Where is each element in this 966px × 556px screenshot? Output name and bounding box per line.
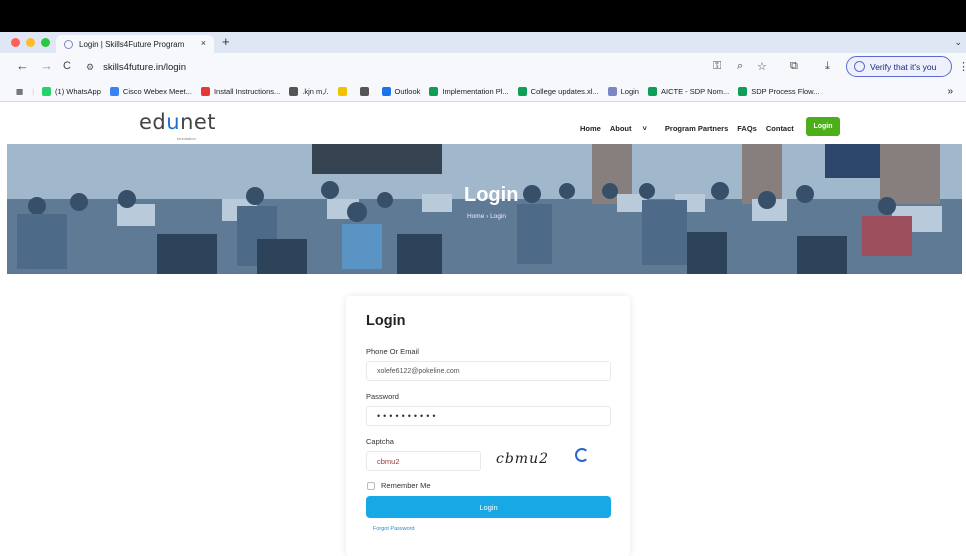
verify-icon	[854, 61, 865, 72]
bookmark-label: (1) WhatsApp	[55, 86, 101, 96]
bookmark-item[interactable]: Login	[607, 86, 639, 96]
nav-faqs[interactable]: FAQs	[737, 124, 757, 133]
chevron-down-icon: ˅	[642, 124, 647, 133]
bookmarks-divider: |	[32, 86, 35, 96]
bookmark-item[interactable]: Implementation Pl...	[429, 86, 509, 96]
refresh-captcha-icon[interactable]	[575, 448, 589, 462]
tab-search-icon[interactable]: ⌄	[954, 37, 962, 48]
nav-home[interactable]: Home	[580, 124, 601, 133]
browser-toolbar: ← → C ⚙ skills4future.in/login ⚿ ⌕ ☆ ⧉ ⤓…	[0, 53, 966, 81]
captcha-image: cbmu2	[496, 449, 566, 469]
password-key-icon[interactable]: ⚿	[713, 60, 721, 73]
bookmark-item[interactable]: SDP Process Flow...	[738, 86, 820, 96]
sheet-icon	[429, 86, 439, 96]
site-nav: Home About ˅ Program Partners FAQs Contac…	[580, 124, 803, 133]
bookmark-label: Login	[620, 86, 639, 96]
bookmark-item[interactable]	[359, 86, 373, 96]
browser-tab-strip: Login | Skills4Future Program × + ⌄	[0, 32, 966, 53]
back-button[interactable]: ←	[16, 58, 29, 73]
bookmark-item[interactable]: .kjn m,/.	[289, 86, 329, 96]
bookmark-label: Install Instructions...	[213, 86, 281, 96]
nav-login-button[interactable]: Login	[806, 117, 840, 136]
doc-icon	[200, 86, 210, 96]
apps-grid-icon[interactable]: ▦	[16, 87, 23, 96]
login-submit-button[interactable]: Login	[366, 496, 611, 518]
globe-icon	[607, 86, 617, 96]
zoom-icon[interactable]: ⌕	[737, 60, 743, 73]
screen-top-bar	[0, 0, 966, 32]
outlook-icon	[381, 86, 391, 96]
bookmark-label: AICTE - SDP Nom...	[660, 86, 730, 96]
sheet-icon	[647, 86, 657, 96]
download-icon[interactable]: ⤓	[825, 60, 830, 73]
bookmark-item[interactable]: Outlook	[381, 86, 421, 96]
bookmark-label: Outlook	[394, 86, 421, 96]
url-text: skills4future.in/login	[103, 61, 186, 73]
bookmark-label: Implementation Pl...	[442, 86, 509, 96]
close-window-icon[interactable]	[11, 38, 20, 47]
bookmark-label: SDP Process Flow...	[751, 86, 820, 96]
address-bar[interactable]: ⚙ skills4future.in/login	[86, 57, 836, 77]
site-favicon-icon	[64, 39, 73, 49]
bookmark-star-icon[interactable]: ☆	[757, 60, 767, 73]
bookmark-item[interactable]: AICTE - SDP Nom...	[647, 86, 730, 96]
verify-label: Verify that it's you	[870, 61, 937, 72]
reload-button[interactable]: C	[63, 60, 71, 72]
forgot-password-link[interactable]: Forgot Password	[373, 526, 415, 532]
new-tab-button[interactable]: +	[222, 34, 230, 49]
logo-text-start: ed	[139, 110, 167, 134]
captcha-input[interactable]: cbmu2	[366, 451, 481, 471]
bookmark-item[interactable]: College updates.xl...	[517, 86, 599, 96]
whatsapp-icon	[42, 86, 52, 96]
nav-about[interactable]: About ˅	[610, 124, 656, 133]
tab-title: Login | Skills4Future Program	[79, 39, 185, 49]
bookmark-item[interactable]	[337, 86, 351, 96]
bookmark-label: College updates.xl...	[530, 86, 599, 96]
nav-about-label: About	[609, 124, 632, 133]
bookmarks-bar: ▦ | (1) WhatsApp Cisco Webex Meet... Insta…	[0, 81, 966, 102]
bookmark-item[interactable]: Install Instructions...	[200, 86, 281, 96]
sheet-icon	[337, 86, 347, 96]
login-form-title: Login	[366, 313, 406, 329]
bookmark-label: Cisco Webex Meet...	[122, 86, 192, 96]
phone-email-label: Phone Or Email	[366, 347, 419, 356]
logo-text-end: net	[180, 110, 217, 134]
verify-identity-button[interactable]: Verify that it's you	[846, 56, 952, 77]
hero-overlay	[7, 144, 962, 274]
password-input[interactable]: ••••••••••	[366, 406, 611, 426]
captcha-label: Captcha	[366, 437, 394, 446]
logo-text-accent: u	[166, 110, 181, 134]
nav-contact[interactable]: Contact	[766, 124, 794, 133]
edunet-logo[interactable]: edunet	[139, 110, 216, 134]
hero-title: Login	[464, 184, 519, 206]
nav-program-partners[interactable]: Program Partners	[665, 124, 728, 133]
tab-close-icon[interactable]: ×	[201, 38, 206, 48]
remember-me-label: Remember Me	[381, 481, 431, 490]
site-info-icon[interactable]: ⚙	[86, 62, 94, 73]
phone-email-input[interactable]: xolefe6122@pokeline.com	[366, 361, 611, 381]
login-card: Login Phone Or Email xolefe6122@pokeline…	[346, 296, 630, 556]
bookmark-label: .kjn m,/.	[302, 86, 329, 96]
password-label: Password	[366, 392, 399, 401]
download-icon	[359, 86, 369, 96]
more-bookmarks-icon[interactable]: »	[947, 86, 953, 97]
browser-tab[interactable]: Login | Skills4Future Program ×	[56, 35, 214, 53]
folder-icon	[289, 86, 299, 96]
webex-icon	[109, 86, 119, 96]
menu-kebab-icon[interactable]: ⋮	[958, 60, 966, 73]
site-header: edunet foundation Home About ˅ Program Pa…	[0, 110, 966, 146]
hero-banner: Login Home › Login	[7, 144, 962, 274]
forward-button[interactable]: →	[40, 58, 53, 73]
extensions-icon[interactable]: ⧉	[790, 60, 798, 73]
minimize-window-icon[interactable]	[26, 38, 35, 47]
sheet-icon	[517, 86, 527, 96]
sheet-icon	[738, 86, 748, 96]
logo-subtitle: foundation	[177, 136, 196, 141]
maximize-window-icon[interactable]	[41, 38, 50, 47]
remember-me-checkbox[interactable]	[367, 482, 375, 490]
bookmark-item[interactable]: (1) WhatsApp	[42, 86, 101, 96]
breadcrumb: Home › Login	[467, 213, 507, 220]
bookmark-item[interactable]: Cisco Webex Meet...	[109, 86, 192, 96]
